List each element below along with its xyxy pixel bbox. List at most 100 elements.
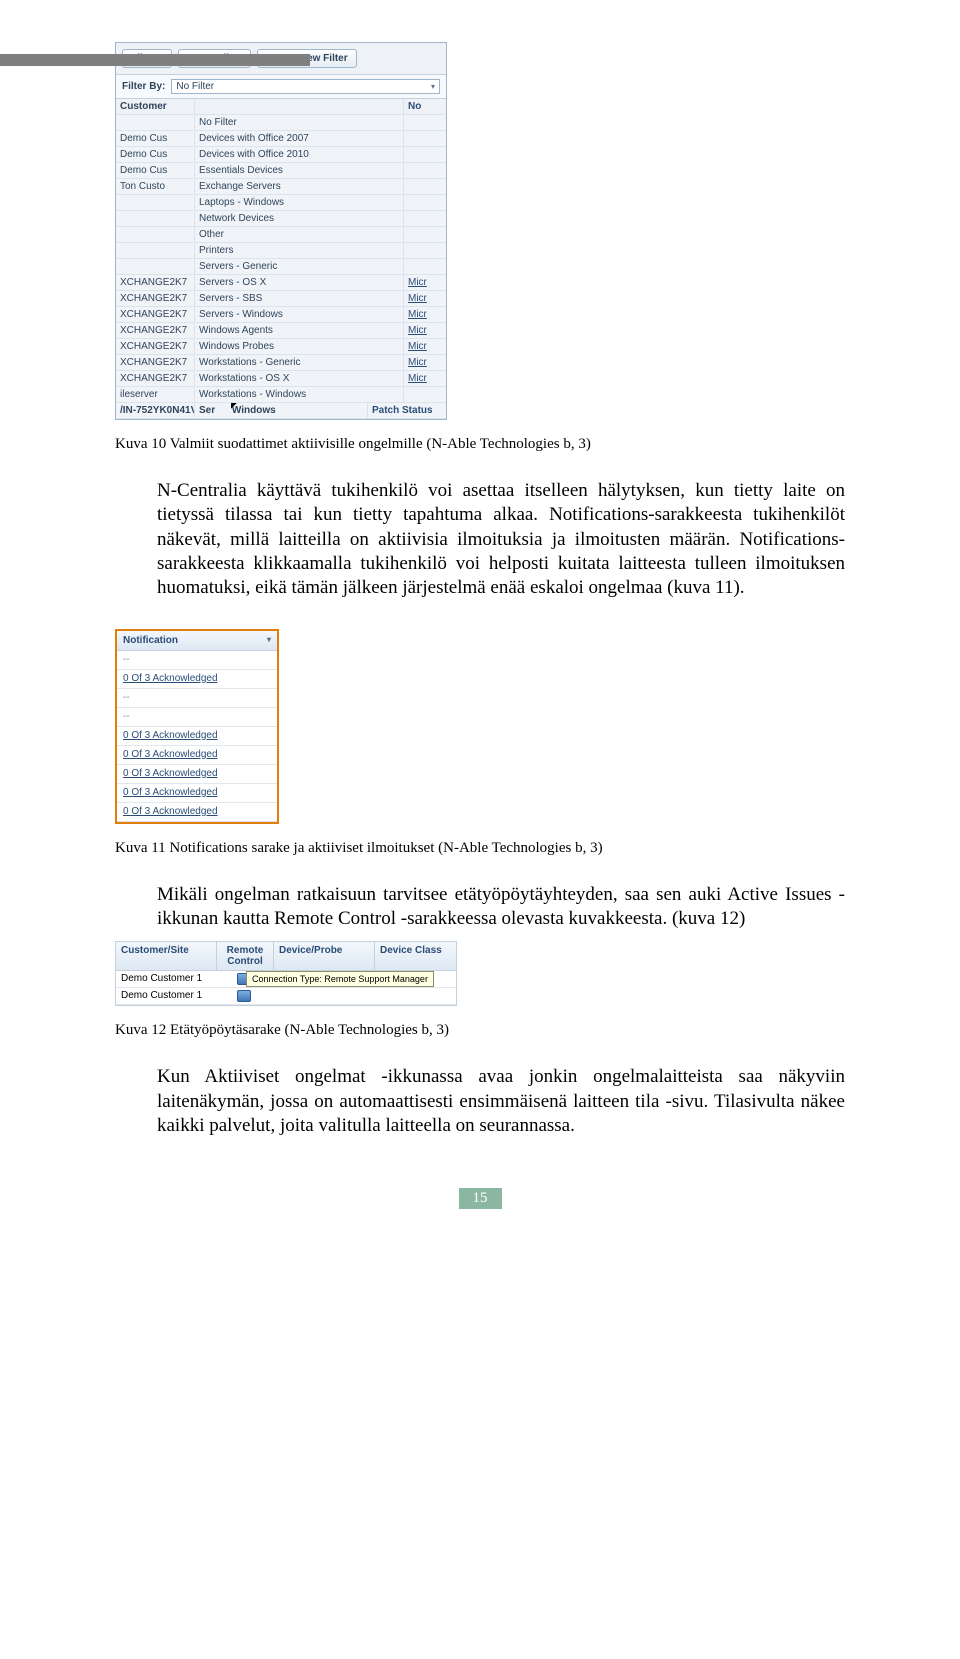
notification-link[interactable]: 0 Of 3 Acknowledged — [117, 765, 277, 784]
row-right: Micr — [403, 275, 446, 290]
row-customer: XCHANGE2K7 — [116, 339, 195, 354]
row-device: Devices with Office 2010 — [195, 147, 403, 162]
filter-option-row[interactable]: Demo CusDevices with Office 2010 — [116, 147, 446, 163]
filter-option-row[interactable]: No Filter — [116, 115, 446, 131]
figure-12-remote-control: Customer/Site Remote Control Device/Prob… — [115, 941, 457, 1006]
caption-12: Kuva 12 Etätyöpöytäsarake (N-Able Techno… — [115, 1022, 845, 1039]
row-customer — [116, 259, 195, 274]
notification-link[interactable]: 0 Of 3 Acknowledged — [117, 784, 277, 803]
filter-dropdown[interactable]: No Filter ▾ — [171, 79, 440, 94]
sort-icon: ▾ — [267, 635, 271, 646]
chevron-down-icon: ▾ — [431, 82, 435, 91]
notification-dash: -- — [117, 689, 277, 708]
remote-control-row: Demo Customer 1 — [116, 988, 456, 1005]
filter-option-row[interactable]: XCHANGE2K7Servers - WindowsMicr — [116, 307, 446, 323]
row-right: Micr — [403, 307, 446, 322]
filter-option-row[interactable]: Other — [116, 227, 446, 243]
notification-link[interactable]: 0 Of 3 Acknowledged — [117, 727, 277, 746]
remote-control-row: Demo Customer 1Connection Type: Remote S… — [116, 971, 456, 988]
filter-option-row[interactable]: ileserverWorkstations - Windows — [116, 387, 446, 403]
row-right — [403, 179, 446, 194]
filter-option-row[interactable]: Demo CusEssentials Devices — [116, 163, 446, 179]
filter-option-row[interactable]: XCHANGE2K7Servers - SBSMicr — [116, 291, 446, 307]
col-right-header: No — [403, 99, 446, 114]
filter-option-row[interactable]: Printers — [116, 243, 446, 259]
row-right — [403, 163, 446, 178]
filter-by-label: Filter By: — [122, 81, 165, 92]
filter-option-row[interactable]: XCHANGE2K7Servers - OS XMicr — [116, 275, 446, 291]
notification-link[interactable]: 0 Of 3 Acknowledged — [117, 670, 277, 689]
row-customer: XCHANGE2K7 — [116, 307, 195, 322]
row-device: No Filter — [195, 115, 403, 130]
notification-link[interactable]: 0 Of 3 Acknowledged — [117, 746, 277, 765]
row-right: Micr — [403, 291, 446, 306]
row-device — [272, 988, 372, 1004]
filter-option-row[interactable]: Servers - Generic — [116, 259, 446, 275]
filter-option-row[interactable]: Laptops - Windows — [116, 195, 446, 211]
caption-10: Kuva 10 Valmiit suodattimet aktiivisille… — [115, 436, 845, 453]
col-customer-header: Customer — [116, 99, 195, 114]
caption-11: Kuva 11 Notifications sarake ja aktiivis… — [115, 840, 845, 857]
tooltip: Connection Type: Remote Support Manager — [246, 971, 434, 987]
row-device: Network Devices — [195, 211, 403, 226]
col-customer[interactable]: Customer/Site — [116, 942, 217, 970]
row-device: Servers - SBS — [195, 291, 403, 306]
col-device-header — [195, 99, 403, 114]
row-customer: Demo Cus — [116, 147, 195, 162]
paragraph-1: N-Centralia käyttävä tukihenkilö voi ase… — [157, 479, 845, 601]
filter-option-row[interactable]: Ton CustoExchange Servers — [116, 179, 446, 195]
figure-11-notifications: Notification ▾ --0 Of 3 Acknowledged----… — [115, 629, 279, 824]
row-device: Windows Agents — [195, 323, 403, 338]
row-right — [403, 243, 446, 258]
remote-control-header: Customer/Site Remote Control Device/Prob… — [116, 942, 456, 971]
notification-header[interactable]: Notification ▾ — [117, 631, 277, 651]
col-device-class[interactable]: Device Class — [375, 942, 456, 970]
row-customer — [116, 227, 195, 242]
row-right: Micr — [403, 355, 446, 370]
row-customer — [116, 243, 195, 258]
row-class — [372, 988, 456, 1004]
notification-header-label: Notification — [123, 635, 178, 646]
row-customer: XCHANGE2K7 — [116, 275, 195, 290]
row-device: Workstations - Windows — [195, 387, 403, 402]
row-customer: XCHANGE2K7 — [116, 291, 195, 306]
row-device: Printers — [195, 243, 403, 258]
row-device: Servers - Generic — [195, 259, 403, 274]
filter-option-row[interactable]: XCHANGE2K7Windows AgentsMicr — [116, 323, 446, 339]
row-customer: XCHANGE2K7 — [116, 371, 195, 386]
notification-link[interactable]: 0 Of 3 Acknowledged — [117, 803, 277, 822]
filter-option-row[interactable]: XCHANGE2K7Workstations - GenericMicr — [116, 355, 446, 371]
filter-option-row[interactable]: Demo CusDevices with Office 2007 — [116, 131, 446, 147]
filter-dropdown-value: No Filter — [176, 81, 214, 92]
row-device: Essentials Devices — [195, 163, 403, 178]
row-right — [403, 387, 446, 402]
paragraph-3: Kun Aktiiviset ongelmat -ikkunassa avaa … — [157, 1065, 845, 1138]
remote-control-cell[interactable] — [216, 988, 272, 1004]
row-right: Micr — [403, 371, 446, 386]
row-device: Exchange Servers — [195, 179, 403, 194]
row-customer: ileserver — [116, 387, 195, 402]
col-device-probe[interactable]: Device/Probe — [274, 942, 375, 970]
row-device: Servers - OS X — [195, 275, 403, 290]
row-customer: XCHANGE2K7 — [116, 355, 195, 370]
row-customer: Demo Cus — [116, 131, 195, 146]
row-right — [403, 115, 446, 130]
row-customer — [116, 195, 195, 210]
footer-customer: /IN-752YK0N41VM — [116, 403, 195, 418]
row-right: Micr — [403, 323, 446, 338]
figure-10-filter-ui: Filter ▾ Reset Filter Create New Filter … — [115, 42, 447, 420]
row-customer: Demo Cus — [116, 163, 195, 178]
row-device: Workstations - Generic — [195, 355, 403, 370]
ruler-bar — [0, 54, 310, 66]
filter-option-row[interactable]: XCHANGE2K7Windows ProbesMicr — [116, 339, 446, 355]
col-remote-control[interactable]: Remote Control — [217, 942, 274, 970]
row-customer: Ton Custo — [116, 179, 195, 194]
footer-device: Ser Windows — [195, 403, 367, 418]
grid-footer-row: /IN-752YK0N41VM Ser Windows Patch Status — [116, 403, 446, 419]
row-customer: XCHANGE2K7 — [116, 323, 195, 338]
row-right: Micr — [403, 339, 446, 354]
filter-option-row[interactable]: XCHANGE2K7Workstations - OS XMicr — [116, 371, 446, 387]
filter-option-row[interactable]: Network Devices — [116, 211, 446, 227]
notification-dash: -- — [117, 651, 277, 670]
row-device: Devices with Office 2007 — [195, 131, 403, 146]
